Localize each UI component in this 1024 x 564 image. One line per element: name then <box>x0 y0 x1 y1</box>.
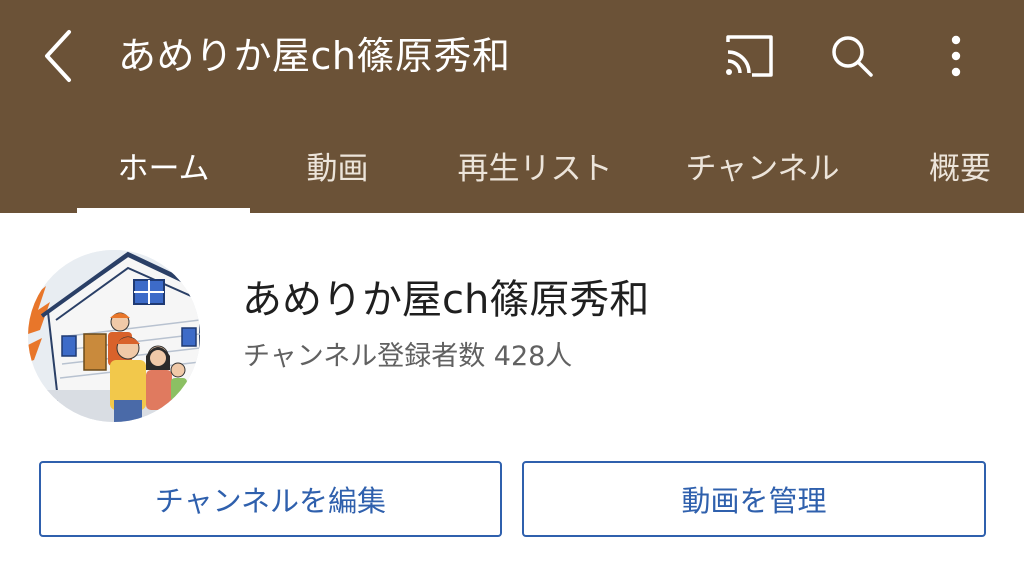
cast-button[interactable] <box>716 24 780 88</box>
active-tab-indicator <box>77 208 250 213</box>
search-button[interactable] <box>820 24 884 88</box>
channel-avatar[interactable] <box>28 250 200 422</box>
search-icon <box>832 36 873 77</box>
tab-channels[interactable]: チャンネル <box>665 118 860 213</box>
app-bar: あめりか屋ch篠原秀和 ホーム 動画 再生リスト チャンネル 概要 <box>0 0 1024 213</box>
subscriber-count: チャンネル登録者数 428人 <box>243 341 573 372</box>
app-bar-title: あめりか屋ch篠原秀和 <box>118 34 511 78</box>
manage-videos-button[interactable]: 動画を管理 <box>522 461 986 537</box>
tab-home[interactable]: ホーム <box>77 118 250 213</box>
back-button[interactable] <box>30 24 86 88</box>
channel-name: あめりか屋ch篠原秀和 <box>242 277 650 323</box>
edit-channel-button[interactable]: チャンネルを編集 <box>39 461 502 537</box>
tab-videos[interactable]: 動画 <box>270 118 405 213</box>
tab-bar: ホーム 動画 再生リスト チャンネル 概要 <box>0 118 1024 213</box>
channel-avatar-illustration <box>28 250 200 422</box>
more-vert-icon <box>951 35 961 77</box>
chevron-left-icon <box>45 30 71 82</box>
tab-playlists[interactable]: 再生リスト <box>430 118 640 213</box>
cast-icon <box>726 35 773 77</box>
tab-about[interactable]: 概要 <box>905 118 1015 213</box>
more-options-button[interactable] <box>928 24 984 88</box>
